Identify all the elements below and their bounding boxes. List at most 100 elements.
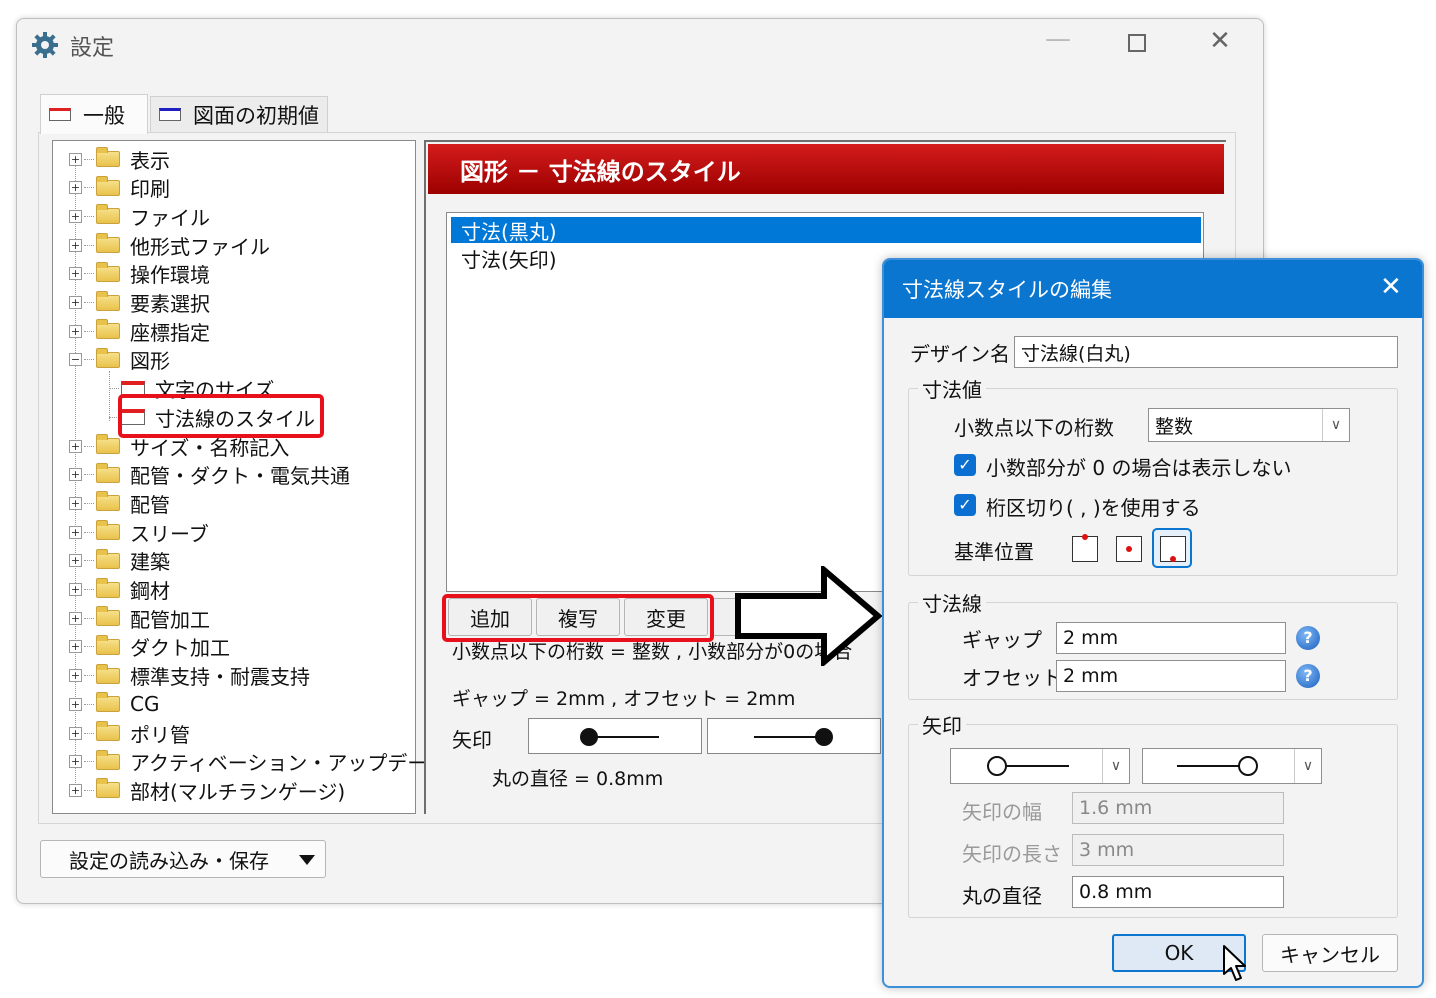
expand-icon[interactable]: + <box>69 697 82 711</box>
separator-label: 桁区切り( , )を使用する <box>986 496 1201 520</box>
folder-icon <box>96 634 120 655</box>
arrow-preview-start <box>528 718 702 754</box>
separator-checkbox[interactable]: ✓ <box>954 494 976 516</box>
tab-drawing-defaults[interactable]: 図面の初期値 <box>150 96 328 132</box>
dim-value-group-title: 寸法値 <box>918 374 986 403</box>
arrow-label: 矢印 <box>452 728 492 752</box>
expand-icon[interactable]: + <box>69 468 82 482</box>
window-title: 設定 <box>70 36 115 61</box>
ref-pos-center-button[interactable] <box>1116 536 1142 562</box>
tree-connector <box>84 646 94 648</box>
expand-icon[interactable]: + <box>69 554 82 568</box>
tree-connector <box>84 703 94 705</box>
gap-help-icon[interactable]: ? <box>1296 626 1320 650</box>
expand-icon[interactable]: + <box>69 439 82 453</box>
offset-help-icon[interactable]: ? <box>1296 664 1320 688</box>
tree-item-label: 配管 <box>130 492 170 517</box>
load-save-dropdown[interactable]: 設定の読み込み・保存 <box>40 840 326 878</box>
tree-item[interactable]: + 配管加工 <box>69 604 210 632</box>
arrow-group-title: 矢印 <box>918 710 966 739</box>
collapse-icon[interactable]: − <box>69 353 82 367</box>
minimize-icon[interactable]: — <box>1038 26 1078 52</box>
chevron-down-icon: ∨ <box>1322 409 1349 441</box>
tree-connector <box>84 531 94 533</box>
tab-general[interactable]: 一般 <box>40 94 148 134</box>
expand-icon[interactable]: + <box>69 726 82 740</box>
arrow-length-input[interactable]: 3 mm <box>1072 834 1284 866</box>
tree-item-label: 印刷 <box>130 177 170 202</box>
tree-item[interactable]: + 鋼材 <box>69 576 170 604</box>
tree-item[interactable]: + ダクト加工 <box>69 633 230 661</box>
tree-connector <box>84 215 94 217</box>
folder-icon <box>96 778 120 799</box>
ref-pos-top-button[interactable] <box>1072 534 1098 562</box>
tree-item[interactable]: + 他形式ファイル <box>69 231 270 259</box>
cancel-button[interactable]: キャンセル <box>1262 934 1398 972</box>
expand-icon[interactable]: + <box>69 209 82 223</box>
tree-item[interactable]: + 配管・ダクト・電気共通 <box>69 461 350 489</box>
expand-icon[interactable]: + <box>69 583 82 596</box>
maximize-icon[interactable] <box>1128 34 1146 52</box>
tree-item[interactable]: + 要素選択 <box>69 289 210 317</box>
tree-item[interactable]: + 配管 <box>69 489 170 517</box>
tree-connector <box>84 502 94 504</box>
decimals-select[interactable]: 整数 ∨ <box>1148 408 1350 442</box>
tab-general-icon <box>49 108 71 121</box>
tab-drawing-defaults-icon <box>159 108 181 121</box>
tree-item[interactable]: + 表示 <box>69 145 170 173</box>
tree-item[interactable]: + 建築 <box>69 547 170 575</box>
expand-icon[interactable]: + <box>69 296 82 309</box>
folder-icon <box>96 692 120 713</box>
expand-icon[interactable]: + <box>69 669 82 683</box>
diameter-label: 丸の直径 <box>962 884 1042 908</box>
ref-pos-bottom-button[interactable] <box>1160 536 1186 562</box>
expand-icon[interactable]: + <box>69 181 82 195</box>
hide-zero-checkbox[interactable]: ✓ <box>954 454 976 476</box>
big-arrow-icon <box>734 563 883 669</box>
gap-info-text: ギャップ = 2mm , オフセット = 2mm <box>452 688 796 710</box>
folder-icon <box>96 290 120 311</box>
expand-icon[interactable]: + <box>69 611 82 625</box>
expand-icon[interactable]: + <box>69 496 82 510</box>
dialog-title-bar: 寸法線スタイルの編集 <box>884 260 1422 318</box>
tree-item[interactable]: + 印刷 <box>69 174 170 202</box>
highlight-frame-tree <box>118 394 324 438</box>
offset-input[interactable]: 2 mm <box>1056 660 1286 692</box>
tree-item-label: ダクト加工 <box>130 636 230 661</box>
tree-connector <box>84 560 94 562</box>
tree-item-label: 建築 <box>130 550 170 575</box>
expand-icon[interactable]: + <box>69 640 82 654</box>
tree-item[interactable]: − 図形 <box>69 346 170 374</box>
settings-tree[interactable]: + 表示 + 印刷 + ファイル + 他形式ファイル + 操作環境 + 要素選択 + 座標指定 − 図形 文字の… <box>52 140 447 814</box>
style-list-item-selected[interactable]: 寸法(黒丸) <box>451 217 1201 244</box>
expand-icon[interactable]: + <box>69 152 82 166</box>
diameter-input[interactable]: 0.8 mm <box>1072 876 1284 908</box>
tree-connector <box>84 675 94 677</box>
design-name-input[interactable]: 寸法線(白丸) <box>1014 336 1398 368</box>
arrow-start-select[interactable]: ∨ <box>950 748 1130 784</box>
tree-item[interactable]: + 座標指定 <box>69 317 210 345</box>
tree-item[interactable]: + 部材(マルチランゲージ) <box>69 776 345 804</box>
tree-item[interactable]: + スリーブ <box>69 518 209 546</box>
expand-icon[interactable]: + <box>69 267 82 281</box>
expand-icon[interactable]: + <box>69 755 82 769</box>
tree-item[interactable]: + アクティベーション・アップデート <box>69 748 447 776</box>
expand-icon[interactable]: + <box>69 324 82 338</box>
gap-input[interactable]: 2 mm <box>1056 622 1286 654</box>
tree-item[interactable]: + 操作環境 <box>69 260 210 288</box>
expand-icon[interactable]: + <box>69 525 82 539</box>
dialog-close-icon[interactable]: ✕ <box>1380 274 1402 300</box>
expand-icon[interactable]: + <box>69 238 82 252</box>
tree-item[interactable]: + ファイル <box>69 202 210 230</box>
gear-icon <box>30 30 60 60</box>
close-icon[interactable]: ✕ <box>1200 28 1240 54</box>
expand-icon[interactable]: + <box>69 783 82 797</box>
tree-item[interactable]: + ポリ管 <box>69 719 190 747</box>
tree-item[interactable]: + CG <box>69 690 159 718</box>
arrow-end-select[interactable]: ∨ <box>1142 748 1322 784</box>
tree-item-label: CG <box>130 692 160 717</box>
tree-item[interactable]: + 標準支持・耐震支持 <box>69 662 310 690</box>
dialog-title: 寸法線スタイルの編集 <box>902 278 1112 302</box>
arrow-width-input[interactable]: 1.6 mm <box>1072 792 1284 824</box>
mouse-cursor-icon <box>1222 944 1248 984</box>
